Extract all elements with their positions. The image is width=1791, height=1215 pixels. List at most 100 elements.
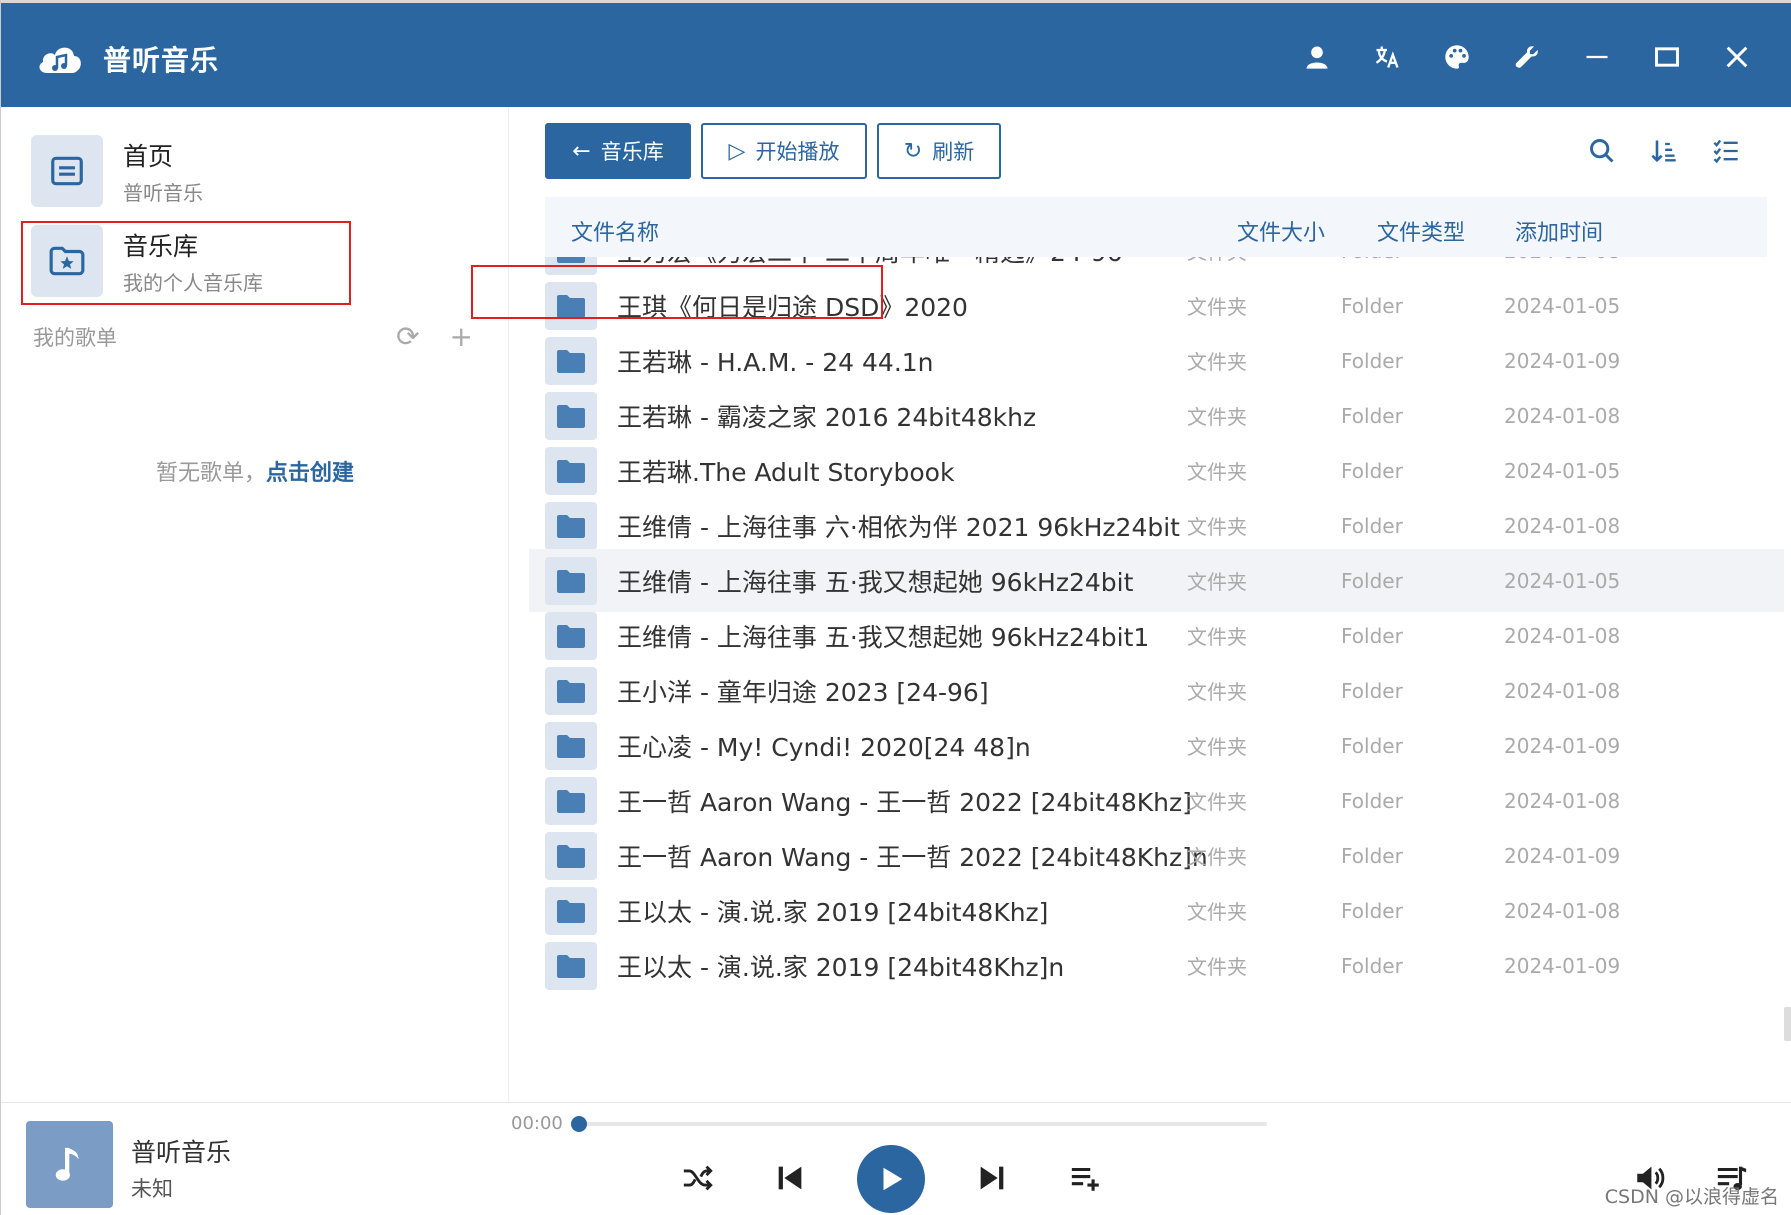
minimize-button[interactable] [1562,35,1632,79]
file-size: 文件夹 [1187,570,1247,594]
nav-icon-box [31,225,103,297]
file-date: 2024-01-08 [1504,898,1621,923]
refresh-label: 刷新 [932,140,975,164]
file-name: 王维倩 - 上海往事 五·我又想起她 96kHz24bit1 [617,622,1150,652]
start-play-button[interactable]: ▷ 开始播放 [701,123,867,179]
file-type: Folder [1341,623,1403,648]
list-tools [1586,135,1742,167]
create-playlist-link[interactable]: 点击创建 [266,461,354,486]
progress-bar[interactable] [571,1116,1267,1132]
file-size: 文件夹 [1187,515,1247,539]
file-type: Folder [1341,458,1403,483]
file-name: 王琪《何日是归途 DSD》2020 [617,292,968,322]
folder-icon [557,734,585,758]
folder-icon [557,789,585,813]
table-row[interactable]: 王一哲 Aaron Wang - 王一哲 2022 [24bit48Khz] 文件… [529,769,1784,832]
file-date: 2024-01-09 [1504,953,1621,978]
theme-button[interactable] [1422,35,1492,79]
close-button[interactable] [1702,35,1772,79]
file-type: Folder [1341,953,1403,978]
table-row[interactable]: 王琪《何日是归途 DSD》2020 文件夹 Folder 2024-01-05 [529,274,1784,337]
progress-knob[interactable] [571,1116,587,1132]
nav-text: 音乐库 我的个人音乐库 [123,227,263,296]
column-header-type[interactable]: 文件类型 [1377,215,1465,247]
folder-icon [557,459,585,483]
file-name: 王若琳 - 霸凌之家 2016 24bit48khz [617,402,1037,432]
previous-button[interactable] [773,1161,807,1195]
multi-select-button[interactable] [1710,135,1742,167]
user-button[interactable] [1282,35,1352,79]
file-size: 文件夹 [1187,955,1247,979]
folder-icon [557,679,585,703]
column-header-name[interactable]: 文件名称 [571,215,659,247]
table-row[interactable]: 王若琳 - 霸凌之家 2016 24bit48khz 文件夹 Folder 2024-… [529,384,1784,447]
search-button[interactable] [1586,135,1618,167]
nav-title: 首页 [123,141,174,171]
file-name: 王一哲 Aaron Wang - 王一哲 2022 [24bit48Khz] [617,787,1192,817]
file-size: 文件夹 [1187,257,1247,265]
add-playlist-icon[interactable]: + [450,323,473,351]
file-date: 2024-01-08 [1504,788,1621,813]
refresh-icon: ↻ [903,138,923,164]
table-row[interactable]: 王若琳.The Adult Storybook 文件夹 Folder 2024-01-… [529,439,1784,502]
play-button[interactable] [857,1145,925,1213]
file-name: 王若琳.The Adult Storybook [617,457,955,487]
add-to-queue-button[interactable] [1069,1161,1103,1195]
maximize-button[interactable] [1632,35,1702,79]
column-header-size[interactable]: 文件大小 [1237,215,1325,247]
folder-icon-box [545,336,597,385]
maximize-icon [1655,47,1679,67]
table-row[interactable]: 王小洋 - 童年归途 2023 [24-96] 文件夹 Folder 2024-01-… [529,659,1784,722]
file-type: Folder [1341,788,1403,813]
minimize-icon [1586,55,1608,59]
sidebar-item-library[interactable]: 音乐库 我的个人音乐库 [31,221,471,301]
refresh-playlist-icon[interactable]: ⟳ [396,323,419,351]
sort-button[interactable] [1648,135,1680,167]
file-size: 文件夹 [1187,845,1247,869]
file-date: 2024-01-08 [1504,623,1621,648]
file-size: 文件夹 [1187,735,1247,759]
file-type: Folder [1341,843,1403,868]
sidebar-item-home[interactable]: 首页 普听音乐 [31,131,471,211]
playlist-title: 我的歌单 [33,326,117,350]
table-row[interactable]: 王以太 - 演.说.家 2019 [24bit48Khz]n 文件夹 Folder 2… [529,934,1784,997]
translate-button[interactable] [1352,35,1422,79]
table-row[interactable]: 王维倩 - 上海往事 五·我又想起她 96kHz24bit 文件夹 Folder 20… [529,549,1784,612]
folder-icon-box [545,776,597,825]
file-name: 王以太 - 演.说.家 2019 [24bit48Khz]n [617,952,1065,982]
folder-icon-box [545,831,597,880]
wrench-icon [1515,46,1538,68]
file-type: Folder [1341,348,1403,373]
back-to-library-button[interactable]: ← 音乐库 [545,123,691,179]
file-name: 王小洋 - 童年归途 2023 [24-96] [617,677,989,707]
column-header-date[interactable]: 添加时间 [1515,215,1603,247]
table-row[interactable]: 王心凌 - My! Cyndi! 2020[24 48]n 文件夹 Folder 20… [529,714,1784,777]
refresh-button[interactable]: ↻ 刷新 [877,123,1001,179]
table-row[interactable]: 王维倩 - 上海往事 六·相依为伴 2021 96kHz24bit 文件夹 Fold… [529,494,1784,557]
scrollbar-thumb[interactable] [1784,1007,1791,1041]
file-type: Folder [1341,403,1403,428]
folder-icon [557,349,585,373]
folder-icon-box [545,941,597,990]
file-size: 文件夹 [1187,295,1247,319]
playlist-add-icon [1071,1167,1099,1191]
table-row[interactable]: 王若琳 - H.A.M. - 24 44.1n 文件夹 Folder 2024-01-… [529,329,1784,392]
settings-button[interactable] [1492,35,1562,79]
main-content: ← 音乐库 ▷ 开始播放 ↻ 刷新 文件名称 文件大小 文件类型 添加时间 王琪… [471,107,1791,1102]
shuffle-button[interactable] [681,1161,715,1195]
play-outline-icon: ▷ [728,138,746,164]
folder-icon [557,844,585,868]
table-row[interactable]: 王以太 - 演.说.家 2019 [24bit48Khz] 文件夹 Folder 20… [529,879,1784,942]
album-cover[interactable] [26,1121,113,1208]
back-label: 音乐库 [600,140,664,164]
search-icon [1590,139,1614,163]
current-time: 00:00 [511,1113,563,1134]
folder-icon-box [545,257,597,275]
folder-icon-box [545,391,597,440]
table-row[interactable]: 王维倩 - 上海往事 五·我又想起她 96kHz24bit1 文件夹 Folder 2… [529,604,1784,667]
table-row[interactable]: 王一哲 Aaron Wang - 王一哲 2022 [24bit48Khz]n 文… [529,824,1784,887]
next-button[interactable] [975,1161,1009,1195]
folder-icon [557,294,585,318]
table-header: 文件名称 文件大小 文件类型 添加时间 [545,197,1767,257]
nav-title: 音乐库 [123,231,199,261]
